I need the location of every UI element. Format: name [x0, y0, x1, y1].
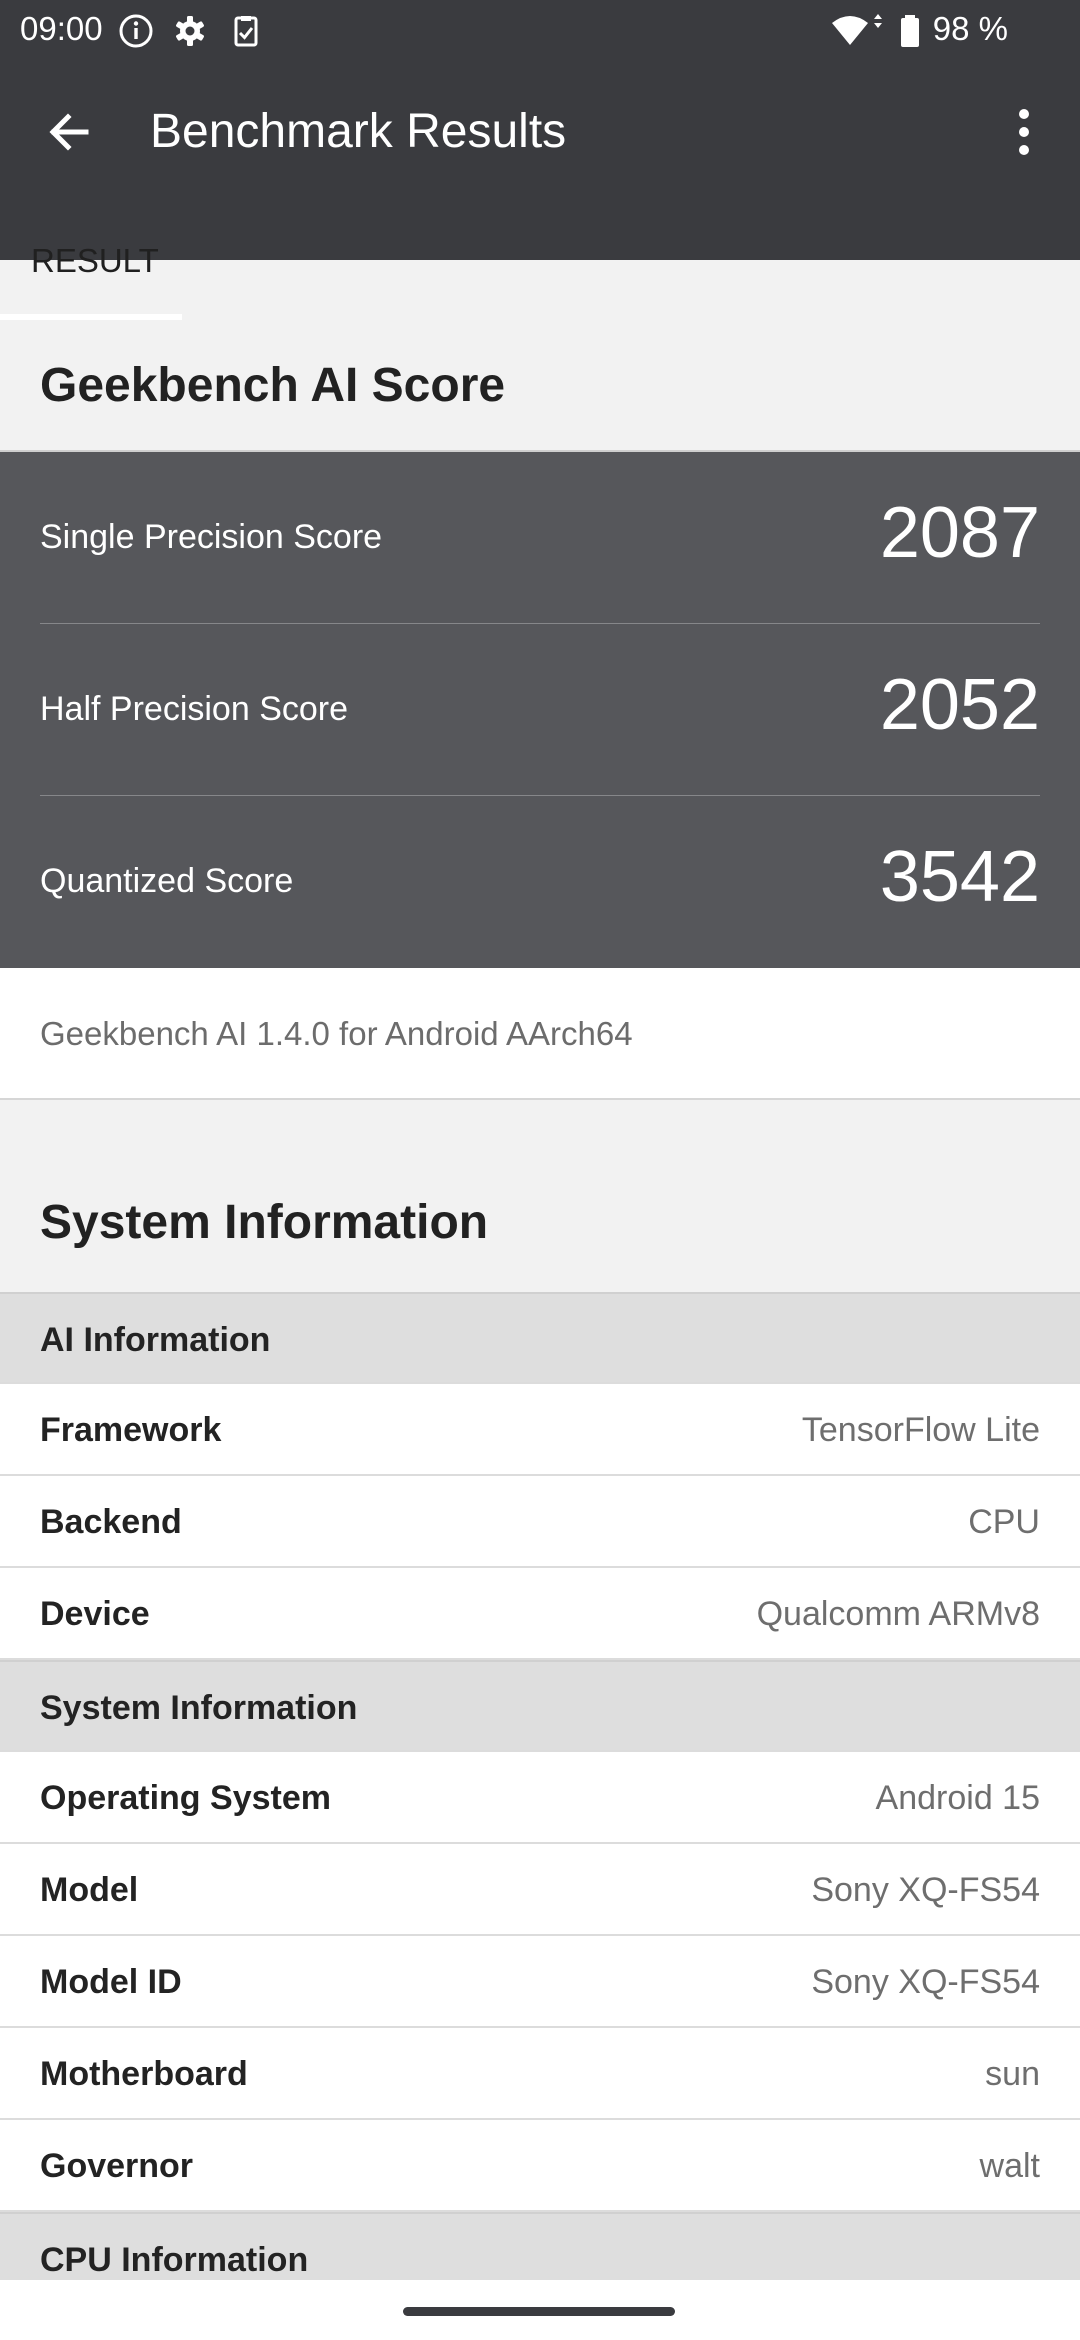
info-row-motherboard: Motherboard sun: [0, 2028, 1080, 2120]
info-value: Qualcomm ARMv8: [756, 1595, 1040, 1633]
info-key: Operating System: [40, 1779, 331, 1817]
info-key: Motherboard: [40, 2055, 248, 2093]
score-label: Half Precision Score: [40, 690, 349, 728]
info-key: Device: [40, 1595, 150, 1633]
navigation-bar: [0, 2280, 1080, 2340]
info-key: Model: [40, 1871, 139, 1909]
score-row-half[interactable]: Half Precision Score 2052: [40, 624, 1040, 796]
status-bar: 09:00 98 %: [0, 0, 1080, 60]
group-label: CPU Information: [40, 2241, 309, 2279]
info-value: TensorFlow Lite: [801, 1411, 1040, 1449]
score-row-quantized[interactable]: Quantized Score 3542: [40, 796, 1040, 968]
wifi-icon: [832, 14, 882, 45]
version-info: Geekbench AI 1.4.0 for Android AArch64: [0, 968, 1080, 1100]
clipboard-check-icon: [234, 16, 258, 47]
system-info-list: AI Information Framework TensorFlow Lite…: [0, 1292, 1080, 2304]
info-row-governor: Governor walt: [0, 2120, 1080, 2212]
score-panel: Single Precision Score 2087 Half Precisi…: [0, 450, 1080, 968]
page-title: Benchmark Results: [150, 105, 567, 158]
group-header-ai-information: AI Information: [0, 1292, 1080, 1384]
info-key: Governor: [40, 2147, 194, 2185]
info-row-operating-system: Operating System Android 15: [0, 1752, 1080, 1844]
group-header-system-information: System Information: [0, 1660, 1080, 1752]
info-key: Model ID: [40, 1963, 182, 2001]
info-key: Backend: [40, 1503, 182, 1541]
version-text: Geekbench AI 1.4.0 for Android AArch64: [40, 1015, 633, 1052]
info-row-framework: Framework TensorFlow Lite: [0, 1384, 1080, 1476]
group-label: System Information: [40, 1689, 358, 1727]
info-value: walt: [979, 2147, 1040, 2185]
score-value: 2052: [879, 665, 1040, 745]
score-label: Quantized Score: [40, 862, 294, 900]
score-value: 2087: [879, 493, 1040, 573]
score-row-single[interactable]: Single Precision Score 2087: [40, 452, 1040, 624]
more-options-icon[interactable]: [996, 102, 1052, 162]
system-section-header: System Information: [0, 1100, 1080, 1292]
status-time: 09:00: [20, 10, 103, 47]
info-value: CPU: [968, 1503, 1040, 1541]
system-heading: System Information: [40, 1196, 489, 1249]
battery-icon: [901, 15, 919, 47]
info-icon: [119, 14, 153, 48]
score-section-header: Geekbench AI Score: [0, 320, 1080, 450]
tab-result[interactable]: RESULT: [0, 140, 182, 279]
info-key: Framework: [40, 1411, 222, 1449]
info-row-backend: Backend CPU: [0, 1476, 1080, 1568]
info-value: Sony XQ-FS54: [811, 1871, 1040, 1909]
info-value: sun: [985, 2055, 1040, 2093]
info-value: Sony XQ-FS54: [811, 1963, 1040, 2001]
info-row-device: Device Qualcomm ARMv8: [0, 1568, 1080, 1660]
info-row-model-id: Model ID Sony XQ-FS54: [0, 1936, 1080, 2028]
group-label: AI Information: [40, 1321, 271, 1359]
score-label: Single Precision Score: [40, 518, 383, 556]
score-heading: Geekbench AI Score: [40, 359, 506, 412]
tab-result-label: RESULT: [31, 242, 159, 279]
battery-percent: 98 %: [932, 10, 1008, 47]
info-value: Android 15: [875, 1779, 1040, 1817]
gesture-handle[interactable]: [403, 2307, 675, 2316]
info-row-model: Model Sony XQ-FS54: [0, 1844, 1080, 1936]
score-value: 3542: [879, 837, 1040, 917]
settings-gear-icon: [176, 16, 204, 46]
